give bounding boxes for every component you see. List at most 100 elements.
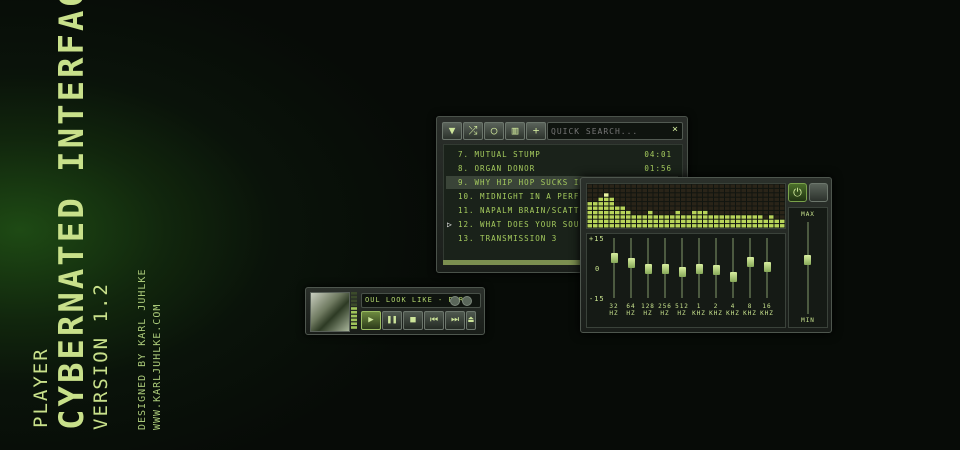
- track-row[interactable]: 8. ORGAN DONOR 01:56: [446, 162, 678, 175]
- spectrum-segment: [725, 215, 730, 219]
- spectrum-segment: [686, 202, 691, 206]
- repeat-button[interactable]: ○: [484, 122, 504, 140]
- spectrum-segment: [593, 197, 598, 202]
- spectrum-segment: [598, 202, 603, 206]
- spectrum-segment: [686, 184, 691, 188]
- spectrum-segment: [604, 197, 609, 202]
- eq-band-slider[interactable]: [712, 265, 720, 275]
- spectrum-segment: [648, 224, 653, 228]
- spectrum-segment: [631, 184, 636, 188]
- search-input[interactable]: [551, 124, 669, 138]
- spectrum-segment: [670, 206, 675, 210]
- spectrum-segment: [780, 184, 785, 188]
- spectrum-segment: [741, 188, 746, 193]
- add-button[interactable]: +: [526, 122, 546, 140]
- spectrum-segment: [703, 193, 708, 197]
- spectrum-segment: [631, 197, 636, 202]
- toggle-playlist-icon[interactable]: [450, 296, 460, 306]
- equalizer-toggle-button[interactable]: ▥: [505, 122, 525, 140]
- spectrum-segment: [697, 184, 702, 188]
- album-art: [310, 292, 350, 332]
- spectrum-segment: [659, 224, 664, 228]
- preamp-slider[interactable]: [804, 254, 811, 265]
- eq-band-slider[interactable]: [661, 264, 669, 274]
- shuffle-button[interactable]: ⤮: [463, 122, 483, 140]
- spectrum-segment: [708, 197, 713, 202]
- spectrum-segment: [626, 210, 631, 215]
- eq-band-slider[interactable]: [627, 258, 635, 268]
- spectrum-segment: [752, 206, 757, 210]
- spectrum-segment: [593, 184, 598, 188]
- spectrum-segment: [598, 193, 603, 197]
- eq-band-slider[interactable]: [729, 272, 737, 282]
- spectrum-segment: [670, 197, 675, 202]
- spectrum-segment: [587, 193, 592, 197]
- power-icon[interactable]: ⏻: [788, 183, 807, 202]
- track-row[interactable]: 7. MUTUAL STUMP 04:01: [446, 148, 678, 161]
- spectrum-segment: [642, 210, 647, 215]
- eject-button[interactable]: ⏏: [466, 311, 476, 330]
- quick-search[interactable]: ×: [547, 122, 683, 140]
- eq-band-slider[interactable]: [678, 267, 686, 277]
- equalizer-window: ⏻ +15 0 -15 32 HZ 64 HZ 128 HZ 256 HZ 512 HZ 1 KHZ 2…: [580, 177, 832, 333]
- now-playing-display[interactable]: OUL LOOK LIKE - PAR: [361, 293, 481, 308]
- db-zero-label: 0: [595, 265, 601, 273]
- spectrum-segment: [703, 215, 708, 219]
- stop-button[interactable]: ■: [403, 311, 423, 330]
- spectrum-segment: [708, 202, 713, 206]
- spectrum-segment: [664, 197, 669, 202]
- spectrum-segment: [692, 202, 697, 206]
- spectrum-segment: [659, 206, 664, 210]
- spectrum-segment: [692, 193, 697, 197]
- settings-icon[interactable]: [462, 296, 472, 306]
- eq-band-slider[interactable]: [644, 264, 652, 274]
- spectrum-segment: [615, 206, 620, 210]
- spectrum-segment: [697, 215, 702, 219]
- spectrum-segment: [769, 197, 774, 202]
- spectrum-segment: [637, 206, 642, 210]
- mini-player: OUL LOOK LIKE - PAR ▶ ❚❚ ■ ⏮ ⏭ ⏏: [305, 287, 485, 335]
- spectrum-segment: [598, 210, 603, 215]
- next-button[interactable]: ⏭: [445, 311, 465, 330]
- eq-band-slider[interactable]: [763, 262, 771, 272]
- spectrum-segment: [708, 206, 713, 210]
- spectrum-segment: [736, 224, 741, 228]
- spectrum-segment: [598, 184, 603, 188]
- spectrum-segment: [752, 197, 757, 202]
- spectrum-segment: [642, 188, 647, 193]
- clear-search-icon[interactable]: ×: [672, 124, 678, 135]
- play-button[interactable]: ▶: [361, 311, 381, 330]
- eq-band-slider[interactable]: [746, 257, 754, 267]
- eq-mode-button[interactable]: [809, 183, 828, 202]
- spectrum-segment: [741, 210, 746, 215]
- spectrum-segment: [763, 224, 768, 228]
- previous-button[interactable]: ⏮: [424, 311, 444, 330]
- spectrum-segment: [730, 215, 735, 219]
- spectrum-segment: [719, 193, 724, 197]
- spectrum-segment: [714, 215, 719, 219]
- spectrum-segment: [648, 197, 653, 202]
- spectrum-segment: [730, 188, 735, 193]
- spectrum-segment: [664, 224, 669, 228]
- vu-segment: [351, 299, 357, 303]
- spectrum-segment: [681, 197, 686, 202]
- pause-button[interactable]: ❚❚: [382, 311, 402, 330]
- spectrum-segment: [736, 215, 741, 219]
- spectrum-segment: [747, 184, 752, 188]
- spectrum-segment: [725, 224, 730, 228]
- spectrum-segment: [670, 224, 675, 228]
- spectrum-segment: [769, 184, 774, 188]
- spectrum-segment: [626, 188, 631, 193]
- menu-dropdown-button[interactable]: ▼: [442, 122, 462, 140]
- spectrum-segment: [675, 193, 680, 197]
- spectrum-segment: [780, 210, 785, 215]
- eq-band-slider[interactable]: [695, 264, 703, 274]
- spectrum-segment: [703, 206, 708, 210]
- spectrum-segment: [637, 215, 642, 219]
- spectrum-segment: [692, 197, 697, 202]
- vu-segment: [351, 326, 357, 329]
- spectrum-segment: [681, 210, 686, 215]
- spectrum-segment: [681, 184, 686, 188]
- spectrum-segment: [598, 224, 603, 228]
- eq-band-slider[interactable]: [610, 253, 618, 263]
